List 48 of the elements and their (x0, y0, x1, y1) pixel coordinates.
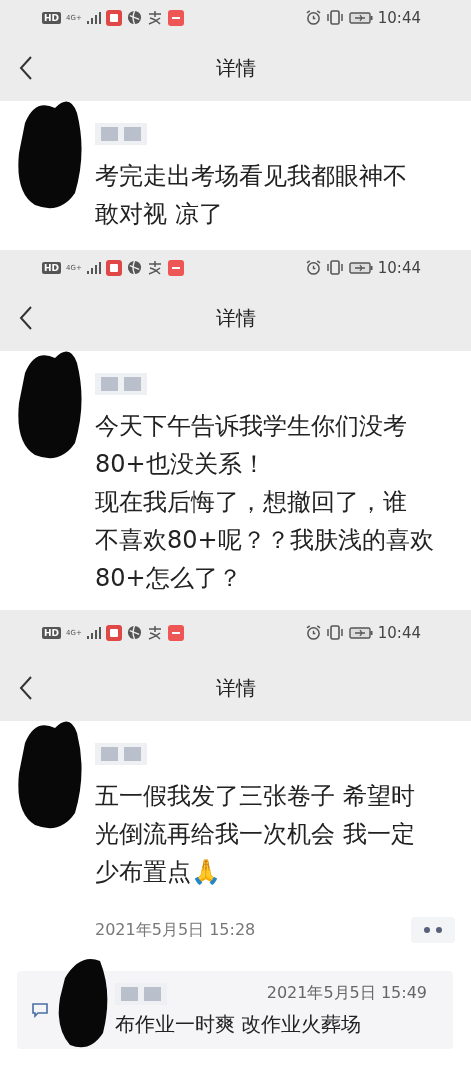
signal-icon (86, 11, 101, 24)
back-icon[interactable] (18, 305, 34, 331)
app-icon (167, 9, 184, 26)
app-icon (105, 259, 122, 276)
back-icon[interactable] (18, 675, 34, 701)
battery-icon (348, 626, 373, 639)
globe-icon (126, 260, 142, 275)
page-title: 详情 (215, 54, 256, 82)
blurred-name (95, 373, 147, 395)
more-button[interactable] (411, 917, 455, 943)
page-title: 详情 (215, 674, 256, 702)
app-icon (146, 260, 163, 275)
comment-time: 2021年5月5日 15:49 (266, 983, 427, 1004)
comment-icon (31, 1002, 49, 1018)
post-text: 五一假我发了三张卷子 希望时 光倒流再给我一次机会 我一定 少布置点🙏 (95, 781, 416, 888)
app-icon (167, 624, 184, 641)
battery-icon (348, 261, 373, 274)
vibrate-icon (325, 625, 344, 640)
post-text: 考完走出考场看见我都眼神不 敢对视 凉了 (95, 161, 408, 230)
app-icon (105, 9, 122, 26)
blurred-name (95, 123, 147, 145)
hd-badge: HD (42, 626, 61, 639)
post-text: 今天下午告诉我学生你们没考 80+也没关系！ 现在我后悔了，想撤回了，谁 不喜欢80+呢？？我肤浅的喜欢 80+怎么了？ (95, 411, 435, 594)
clock-time: 10:44 (377, 8, 421, 27)
battery-icon (348, 11, 373, 24)
vibrate-icon (325, 260, 344, 275)
hd-badge: HD (42, 11, 61, 24)
signal-icon (86, 261, 101, 274)
alarm-icon (305, 10, 321, 25)
blurred-name (115, 982, 167, 1005)
alarm-icon (305, 260, 321, 275)
app-icon (167, 259, 184, 276)
clock-time: 10:44 (377, 623, 421, 642)
blurred-name (95, 743, 147, 765)
comment-text: 布作业一时爽 改作业火葬场 (115, 1010, 363, 1038)
clock-time: 10:44 (377, 258, 421, 277)
app-icon (146, 625, 163, 640)
globe-icon (126, 625, 142, 640)
app-icon (105, 624, 122, 641)
app-icon (146, 10, 163, 25)
back-icon[interactable] (18, 55, 34, 81)
page-title: 详情 (215, 304, 256, 332)
globe-icon (126, 10, 142, 25)
alarm-icon (305, 625, 321, 640)
post-time: 2021年5月5日 15:28 (95, 919, 256, 941)
hd-badge: HD (42, 261, 61, 274)
signal-icon (86, 626, 101, 639)
vibrate-icon (325, 10, 344, 25)
